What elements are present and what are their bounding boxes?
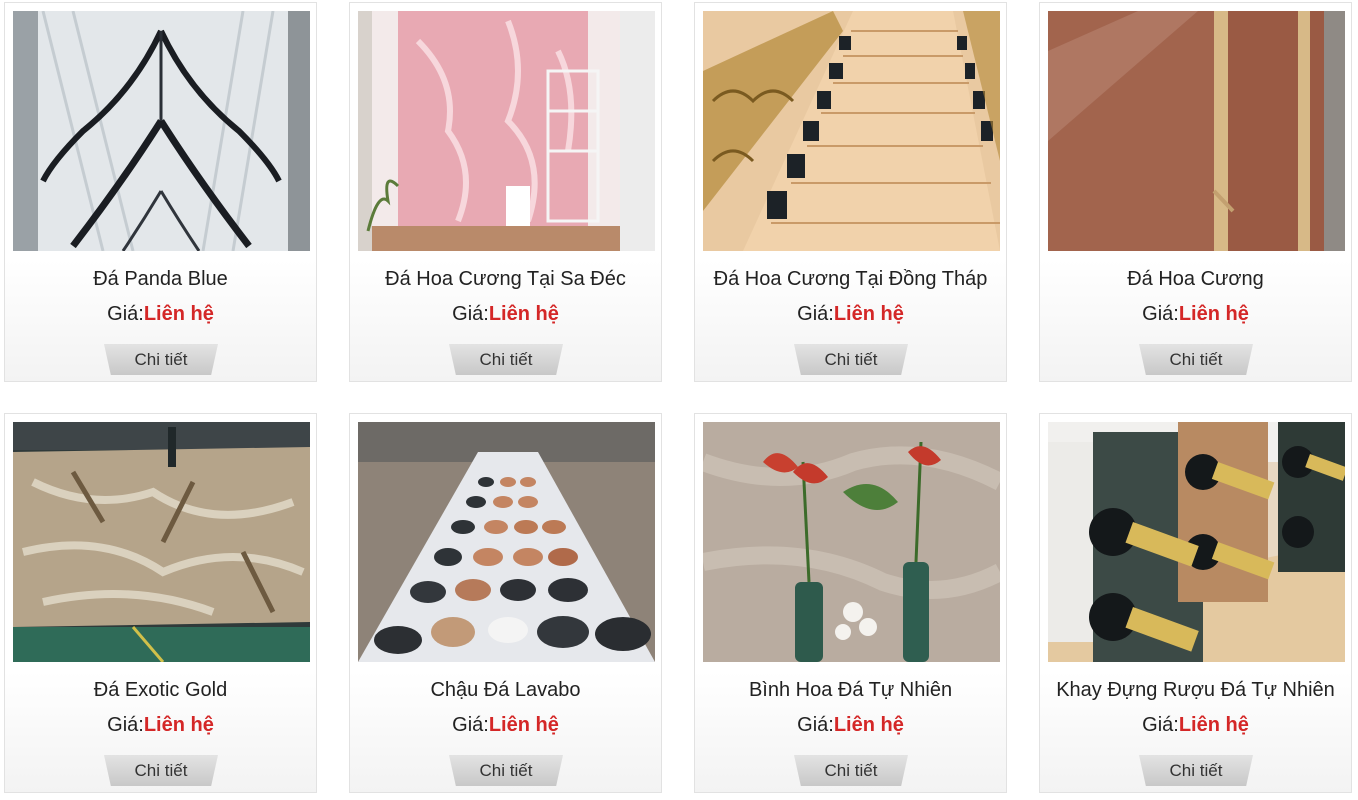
- detail-button[interactable]: Chi tiết: [794, 344, 908, 375]
- product-price: Giá:Liên hệ: [350, 303, 661, 326]
- product-card: Đá Exotic Gold Giá:Liên hệ Chi tiết: [4, 413, 317, 793]
- product-image-wine-racks[interactable]: [1048, 422, 1345, 662]
- product-price: Giá:Liên hệ: [695, 714, 1006, 737]
- product-image-staircase[interactable]: [703, 11, 1000, 251]
- price-label: Giá:: [107, 714, 144, 736]
- product-image-panda-blue[interactable]: [13, 11, 310, 251]
- product-price: Giá:Liên hệ: [1040, 714, 1351, 737]
- detail-button[interactable]: Chi tiết: [1139, 344, 1253, 375]
- product-price: Giá:Liên hệ: [5, 303, 316, 326]
- product-name[interactable]: Đá Panda Blue: [5, 268, 316, 291]
- product-card: Đá Hoa Cương Tại Sa Đéc Giá:Liên hệ Chi …: [349, 2, 662, 382]
- detail-button[interactable]: Chi tiết: [1139, 755, 1253, 786]
- product-price: Giá:Liên hệ: [350, 714, 661, 737]
- product-card: Đá Panda Blue Giá:Liên hệ Chi tiết: [4, 2, 317, 382]
- product-image-exotic-gold[interactable]: [13, 422, 310, 662]
- product-card: Chậu Đá Lavabo Giá:Liên hệ Chi tiết: [349, 413, 662, 793]
- product-image-vases[interactable]: [703, 422, 1000, 662]
- price-label: Giá:: [1142, 303, 1179, 325]
- price-label: Giá:: [452, 714, 489, 736]
- product-image-red-granite[interactable]: [1048, 11, 1345, 251]
- price-label: Giá:: [1142, 714, 1179, 736]
- product-card: Đá Hoa Cương Giá:Liên hệ Chi tiết: [1039, 2, 1352, 382]
- detail-button[interactable]: Chi tiết: [449, 755, 563, 786]
- product-name[interactable]: Đá Hoa Cương: [1040, 268, 1351, 291]
- product-name[interactable]: Bình Hoa Đá Tự Nhiên: [695, 679, 1006, 702]
- price-value: Liên hệ: [833, 303, 904, 325]
- product-image-pink-onyx[interactable]: [358, 11, 655, 251]
- detail-button[interactable]: Chi tiết: [104, 344, 218, 375]
- product-name[interactable]: Khay Đựng Rượu Đá Tự Nhiên: [1040, 679, 1351, 702]
- product-card: Khay Đựng Rượu Đá Tự Nhiên Giá:Liên hệ C…: [1039, 413, 1352, 793]
- detail-button[interactable]: Chi tiết: [449, 344, 563, 375]
- price-label: Giá:: [107, 303, 144, 325]
- detail-button[interactable]: Chi tiết: [104, 755, 218, 786]
- product-name[interactable]: Đá Hoa Cương Tại Sa Đéc: [350, 268, 661, 291]
- price-label: Giá:: [452, 303, 489, 325]
- product-price: Giá:Liên hệ: [695, 303, 1006, 326]
- price-value: Liên hệ: [488, 303, 559, 325]
- product-price: Giá:Liên hệ: [1040, 303, 1351, 326]
- price-label: Giá:: [797, 714, 834, 736]
- detail-button[interactable]: Chi tiết: [794, 755, 908, 786]
- price-value: Liên hệ: [1178, 303, 1249, 325]
- price-label: Giá:: [797, 303, 834, 325]
- price-value: Liên hệ: [1178, 714, 1249, 736]
- product-name[interactable]: Đá Exotic Gold: [5, 679, 316, 702]
- product-name[interactable]: Chậu Đá Lavabo: [350, 679, 661, 702]
- price-value: Liên hệ: [488, 714, 559, 736]
- price-value: Liên hệ: [143, 303, 214, 325]
- price-value: Liên hệ: [143, 714, 214, 736]
- product-card: Đá Hoa Cương Tại Đồng Tháp Giá:Liên hệ C…: [694, 2, 1007, 382]
- price-value: Liên hệ: [833, 714, 904, 736]
- product-price: Giá:Liên hệ: [5, 714, 316, 737]
- product-grid: Đá Panda Blue Giá:Liên hệ Chi tiết Đá Ho…: [0, 0, 1358, 800]
- product-image-lavabo[interactable]: [358, 422, 655, 662]
- product-name[interactable]: Đá Hoa Cương Tại Đồng Tháp: [695, 268, 1006, 291]
- product-card: Bình Hoa Đá Tự Nhiên Giá:Liên hệ Chi tiế…: [694, 413, 1007, 793]
